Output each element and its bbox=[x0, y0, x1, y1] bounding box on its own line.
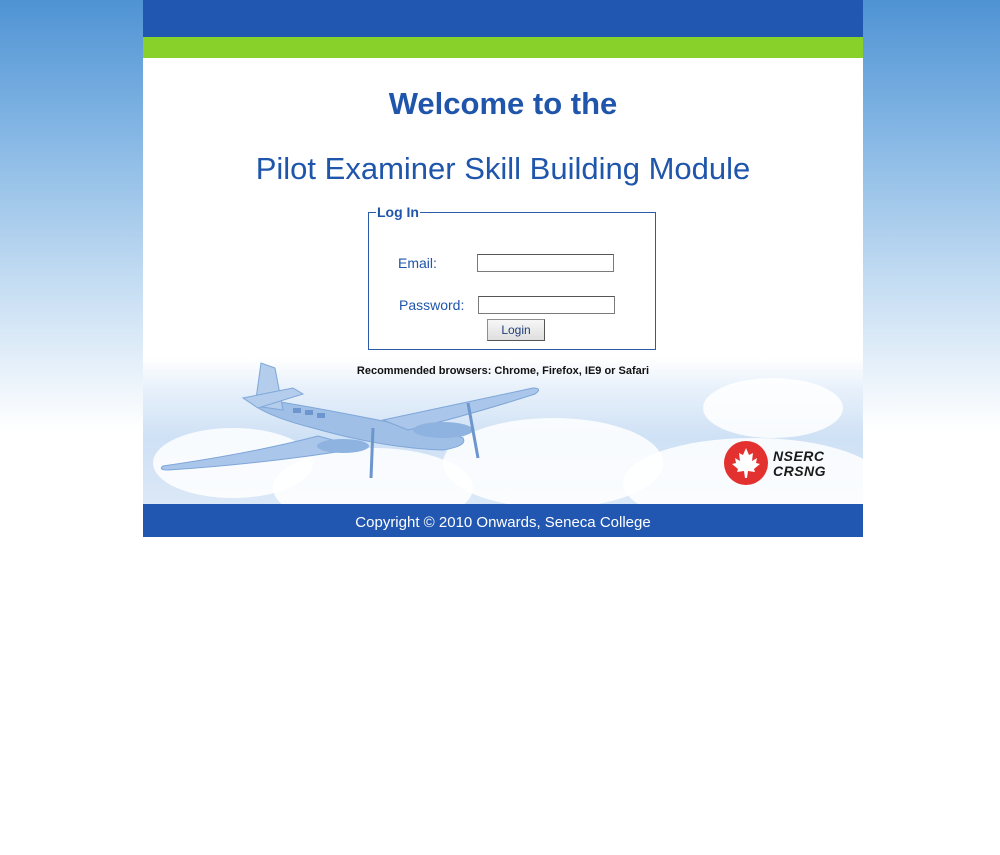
footer-copyright: Copyright © 2010 Onwards, Seneca College bbox=[143, 504, 863, 537]
maple-leaf-icon bbox=[724, 441, 768, 485]
email-field[interactable] bbox=[477, 254, 614, 272]
login-form: Log In Email: Password: Login bbox=[368, 204, 656, 350]
login-button[interactable]: Login bbox=[487, 319, 545, 341]
nserc-logo: NSERC CRSNG bbox=[723, 440, 838, 488]
accent-band bbox=[143, 37, 863, 58]
nserc-logo-text: NSERC bbox=[773, 448, 825, 464]
welcome-heading: Welcome to the bbox=[388, 86, 618, 121]
header-band bbox=[143, 0, 863, 37]
page-container: Welcome to the Pilot Examiner Skill Buil… bbox=[143, 0, 863, 537]
page-title: Pilot Examiner Skill Building Module bbox=[255, 151, 751, 186]
login-legend: Log In bbox=[377, 204, 419, 220]
email-label: Email: bbox=[398, 255, 437, 271]
recommended-browsers-note: Recommended browsers: Chrome, Firefox, I… bbox=[356, 365, 650, 377]
password-field[interactable] bbox=[478, 296, 615, 314]
password-label: Password: bbox=[399, 297, 465, 313]
crsng-logo-text: CRSNG bbox=[773, 463, 827, 479]
